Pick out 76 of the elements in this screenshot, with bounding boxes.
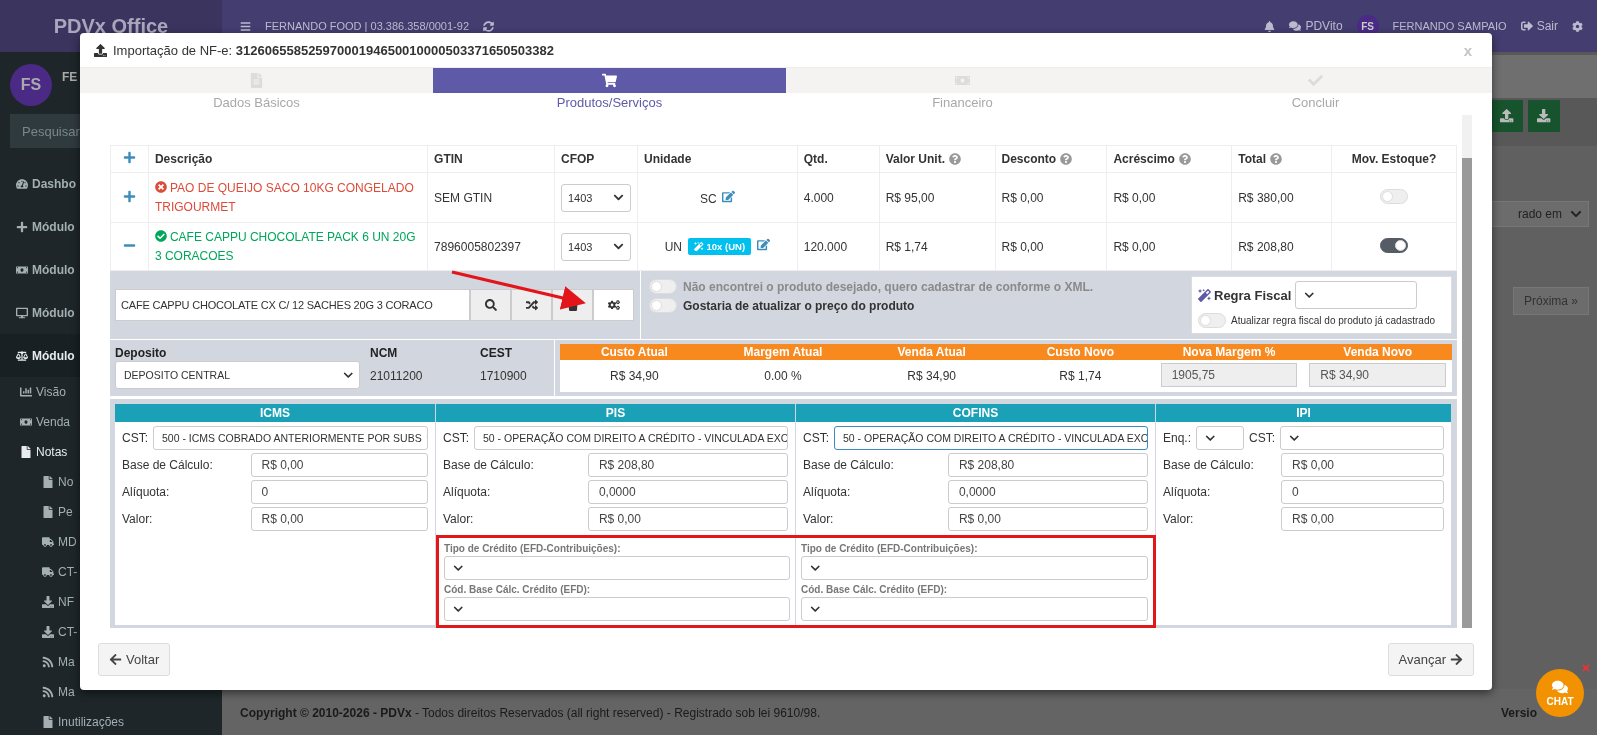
field-label: Valor:: [1163, 512, 1195, 526]
column-header: Acréscimo: [1106, 145, 1232, 173]
unit-text: UN: [664, 240, 682, 255]
user-avatar: FS: [10, 64, 52, 106]
table-cell: 7896005802397: [427, 222, 555, 271]
table-cell: R$ 0,00: [995, 172, 1107, 223]
table-cell: R$ 380,00: [1231, 172, 1332, 223]
field-label: Alíquota:: [1163, 485, 1212, 499]
field-label: Enq.:: [1163, 431, 1192, 445]
column-header: Unidade: [637, 145, 798, 173]
field-label: Cód. Base Cálc. Crédito (EFD):: [801, 584, 949, 595]
column-header: Total: [1231, 145, 1332, 173]
column-header: GTIN: [427, 145, 555, 173]
company-name: FERNANDO FOOD | 03.386.358/0001-92: [265, 20, 469, 32]
field-label: Base de Cálculo:: [443, 458, 535, 472]
field-label: Base de Cálculo:: [122, 458, 214, 472]
column-header: Custo Atual: [560, 344, 709, 360]
version-text: Versio: [1500, 706, 1537, 720]
column-header: Mov. Estoque?: [1331, 145, 1457, 173]
table-cell: SEM GTIN: [427, 172, 555, 223]
table-cell-text: R$ 34,90: [608, 369, 660, 383]
fiscal-rule-label: Regra Fiscal: [1198, 287, 1292, 303]
column-header: Venda Novo: [1303, 344, 1452, 360]
table-cell: R$ 0,00: [1106, 172, 1232, 223]
field-label: Base de Cálculo:: [803, 458, 895, 472]
option-label: Gostaria de atualizar o preço do produto: [683, 298, 915, 313]
field-label: CST:: [803, 431, 829, 445]
table-cell: 120.000: [797, 222, 880, 271]
table-cell: R$ 208,80: [1231, 222, 1332, 271]
field-label: Base de Cálculo:: [1163, 458, 1255, 472]
option-label: Não encontrei o produto desejado, quero cadastrar de conforme o XML.: [683, 279, 1094, 294]
user-name: FE: [62, 70, 78, 84]
tax-panel-header: PIS: [436, 404, 795, 422]
ncm-label: NCM: [370, 346, 399, 360]
table-cell: R$ 1,74: [879, 222, 995, 271]
column-header: Desconto: [995, 145, 1107, 173]
field-label: Alíquota:: [803, 485, 852, 499]
ncm-value: 21011200: [370, 369, 424, 383]
deposit-label: Deposito: [115, 346, 168, 360]
product-description: CAFE CAPPU CHOCOLATE PACK 6 UN 20G 3 CORACOES: [154, 228, 417, 265]
tax-panel-header: ICMS: [115, 404, 435, 422]
column-header: Custo Novo: [1006, 344, 1155, 360]
table-cell-text: R$ 34,90: [906, 369, 957, 383]
table-cell-text: R$ 1,74: [1058, 369, 1103, 383]
field-label: Valor:: [803, 512, 835, 526]
field-label: Valor:: [443, 512, 475, 526]
field-label: Tipo de Crédito (EFD-Contribuições):: [801, 543, 979, 554]
table-cell-text: 0.00 %: [763, 369, 803, 383]
table-cell: R$ 95,00: [879, 172, 995, 223]
field-label: Valor:: [122, 512, 154, 526]
column-header: Nova Margem %: [1154, 344, 1304, 360]
field-label: Alíquota:: [122, 485, 171, 499]
field-label: Alíquota:: [443, 485, 492, 499]
field-label: CST:: [1249, 431, 1276, 445]
column-header: Margem Atual: [708, 344, 858, 360]
table-cell: R$ 0,00: [995, 222, 1107, 271]
column-header: Qtd.: [797, 145, 880, 173]
column-header: Valor Unit.: [879, 145, 995, 173]
field-label: Tipo de Crédito (EFD-Contribuições):: [444, 543, 622, 554]
field-label: Cód. Base Cálc. Crédito (EFD):: [444, 584, 592, 595]
option-label: Atualizar regra fiscal do produto já cadastrado: [1231, 315, 1435, 326]
cest-label: CEST: [480, 346, 513, 360]
unit-text: SC: [700, 191, 717, 206]
tax-panel-header: COFINS: [796, 404, 1155, 422]
product-description: PAO DE QUEIJO SACO 10KG CONGELADO TRIGOURMET: [154, 179, 415, 216]
copyright-text: Copyright © 2010-2026 - PDVx - Todos direitos Reservados (all right reserved) - Registrado sob lei 9610/98.: [240, 706, 821, 720]
table-cell: 4.000: [797, 172, 880, 223]
field-label: CST:: [443, 431, 469, 445]
column-header: Venda Atual: [857, 344, 1006, 360]
cest-value: 1710900: [480, 369, 528, 383]
tax-panel-header: IPI: [1156, 404, 1451, 422]
user-name: FERNANDO SAMPAIO: [1392, 20, 1507, 32]
field-label: CST:: [122, 431, 148, 445]
table-cell: R$ 0,00: [1106, 222, 1232, 271]
column-header: CFOP: [554, 145, 638, 173]
column-header: Descrição: [148, 145, 428, 173]
